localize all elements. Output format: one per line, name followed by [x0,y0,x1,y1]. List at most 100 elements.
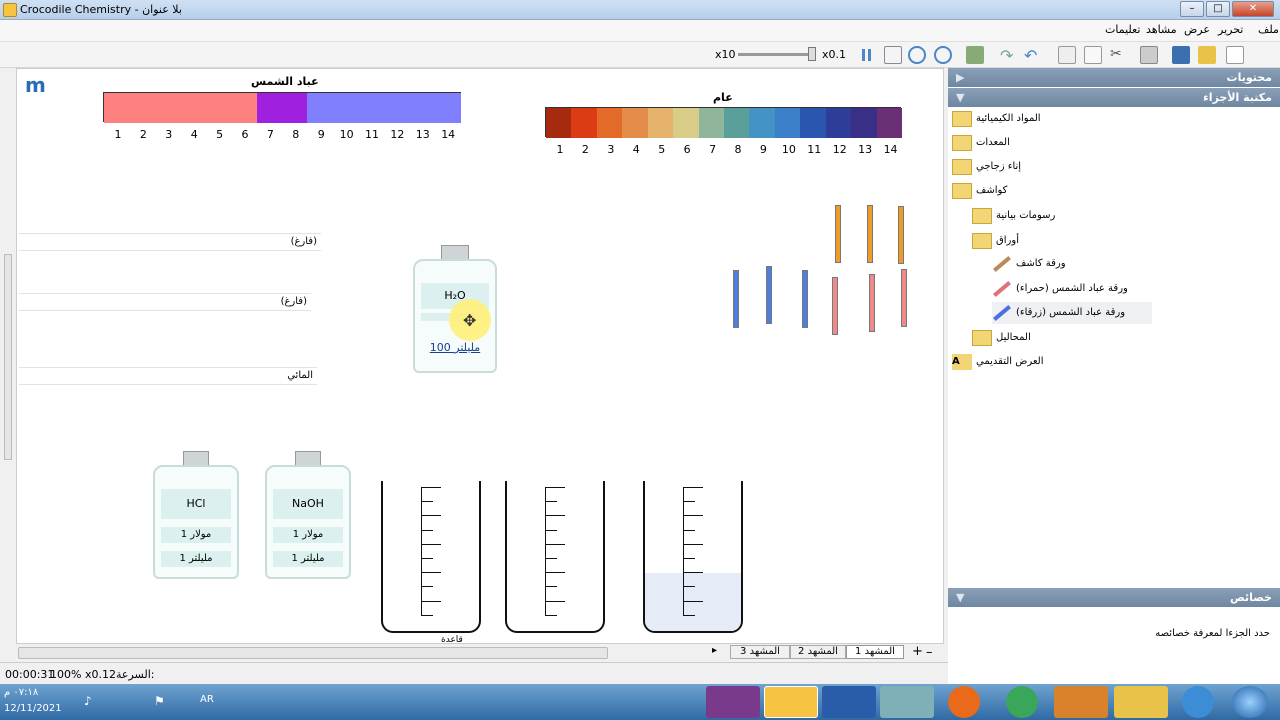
hcl-bottle[interactable]: HCl 1 مولار 1 مليلتر [153,465,239,579]
beaker-3[interactable] [643,481,743,633]
beaker-tick [683,586,695,588]
new-icon[interactable] [1226,46,1244,64]
tree-glassware[interactable]: إناء زجاجي [952,156,1152,178]
beaker-2[interactable] [505,481,605,633]
tree-solutions[interactable]: المحاليل [972,327,1152,349]
tab-scene-2[interactable]: المشهد 2 [790,645,846,659]
cut-icon[interactable]: ✂ [1110,46,1128,64]
undo-icon[interactable]: ↶ [1024,46,1042,65]
naoh-volume: 1 مليلتر [273,551,343,567]
chrome-app-icon[interactable] [1006,686,1038,718]
maximize-button[interactable]: □ [1206,1,1230,17]
beaker-tick [545,501,557,503]
next-scene-icon[interactable]: ▸ [712,645,717,656]
empty-field-1[interactable]: (فارغ) [19,233,321,251]
beaker-1[interactable] [381,481,481,633]
empty-field-2[interactable]: (فارغ) [19,293,311,311]
red-litmus-strip[interactable] [901,269,907,327]
print-icon[interactable] [1140,46,1158,64]
window-title: Crocodile Chemistry - بلا عنوان [20,3,182,16]
remove-scene-button[interactable]: – [926,645,933,660]
tab-scene-3[interactable]: المشهد 3 [730,645,790,659]
word-app-icon[interactable] [822,686,876,718]
tree-indicators[interactable]: كواشف [952,180,1152,202]
copy-icon[interactable] [1084,46,1102,64]
internet-explorer-app-icon[interactable] [1182,686,1214,718]
speed-slider-track[interactable] [738,53,816,56]
indicator-paper-strip[interactable] [867,205,873,263]
add-scene-button[interactable]: + [912,644,923,659]
red-litmus-strip[interactable] [832,277,838,335]
paste-icon[interactable] [1058,46,1076,64]
start-button[interactable] [1232,686,1268,718]
universal-ph-label: 1 [556,143,564,156]
blue-litmus-strip[interactable] [802,270,808,328]
open-icon[interactable] [1198,46,1216,64]
tree-red-litmus[interactable]: ورقة عباد الشمس (حمراء) [992,278,1152,300]
universal-ph-label: 11 [807,143,822,156]
chart-icon[interactable] [966,46,984,64]
close-button[interactable]: ✕ [1232,1,1274,17]
tree-indicator-paper[interactable]: ورقة كاشف [992,253,1152,275]
litmus-ph-label: 4 [190,128,198,141]
horizontal-scrollbar[interactable] [18,647,608,659]
vertical-scrollbar[interactable] [4,254,12,460]
folder-icon [972,233,992,249]
properties-header[interactable]: ▼ خصائص [948,588,1280,607]
firefox-app-icon[interactable] [948,686,980,718]
paper-strip-icon [993,281,1011,297]
tree-equipment[interactable]: المعدات [952,132,1152,154]
indicator-paper-strip[interactable] [898,206,904,264]
media-player-app-icon[interactable] [1054,686,1108,718]
tab-scene-1[interactable]: المشهد 1 [846,645,904,659]
speed-slider-thumb[interactable] [808,47,816,61]
pause-icon[interactable] [858,46,876,64]
tree-label: المحاليل [996,332,1031,343]
tree-charts[interactable]: رسومات بيانية [972,205,1152,227]
zoom-in-icon[interactable] [908,46,926,64]
litmus-ph-label: 1 [114,128,122,141]
flag-icon[interactable]: ⚑ [154,694,165,708]
minimize-button[interactable]: – [1180,1,1204,17]
language-indicator[interactable]: AR [200,694,214,705]
simulation-canvas[interactable]: m عباد الشمس 1 2 3 4 5 6 7 8 9 10 11 12 13 14 عام 123… [16,68,944,644]
menu-file[interactable]: ملف [1258,23,1279,36]
naoh-bottle[interactable]: NaOH 1 مولار 1 مليلتر [265,465,351,579]
tree-blue-litmus[interactable]: ورقة عباد الشمس (زرقاء) [992,302,1152,324]
volume-icon[interactable]: ♪ [84,694,92,708]
beaker-tick [683,529,695,531]
blue-litmus-strip[interactable] [766,266,772,324]
zoom-out-icon[interactable] [934,46,952,64]
litmus-ph-label: 2 [139,128,147,141]
indicator-paper-strip[interactable] [835,205,841,263]
litmus-title: عباد الشمس [251,75,319,88]
litmus-ph-label: 8 [292,128,300,141]
file-explorer-app-icon[interactable] [1114,686,1168,718]
tree-papers[interactable]: أوراق [972,230,1152,252]
universal-ph-label: 4 [632,143,640,156]
tree-presentation[interactable]: A العرض التقديمي [952,351,1152,373]
aqueous-field[interactable]: المائي [19,367,317,385]
tree-chemicals[interactable]: المواد الكيميائية [952,108,1152,130]
contents-header[interactable]: ▶ محتويات [948,68,1280,87]
beaker-scale-line [545,487,546,615]
beaker-tick [421,572,441,574]
parts-library-header[interactable]: ▼ مكتبة الأجزاء [948,88,1280,107]
menu-view[interactable]: عرض [1184,23,1210,36]
paper-strip-icon [993,305,1011,321]
save-icon[interactable] [1172,46,1190,64]
teams-app-icon[interactable] [706,686,760,718]
menu-scenes[interactable]: مشاهد [1146,23,1177,36]
redo-icon[interactable]: ↷ [1000,46,1018,65]
folder-icon [972,330,992,346]
grid-icon[interactable] [884,46,902,64]
menu-edit[interactable]: تحرير [1218,23,1243,36]
notes-app-icon[interactable] [880,686,934,718]
crocodile-chemistry-app-icon[interactable] [764,686,818,718]
blue-litmus-strip[interactable] [733,270,739,328]
red-litmus-strip[interactable] [869,274,875,332]
folder-icon [952,183,972,199]
tree-label: ورقة عباد الشمس (حمراء) [1016,283,1128,294]
menu-help[interactable]: تعليمات [1105,23,1140,36]
water-bottle[interactable]: H₂O 100 مليلتر ✥ [413,259,497,373]
